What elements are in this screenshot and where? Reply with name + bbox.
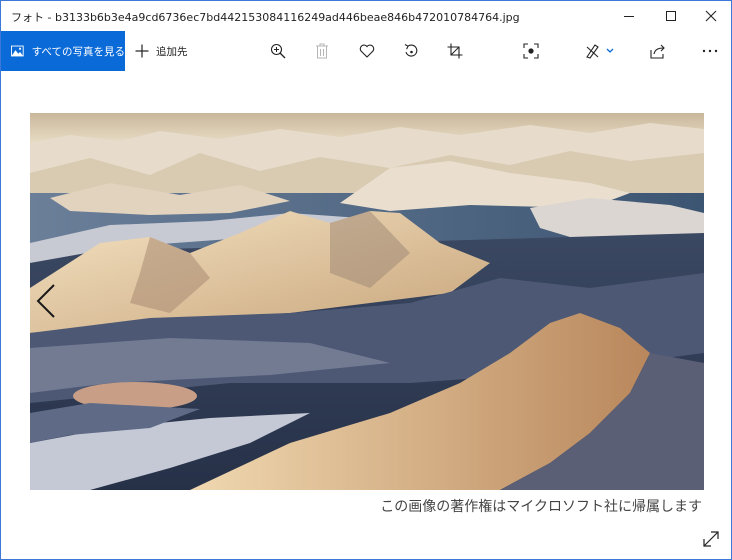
- heart-icon: [359, 44, 375, 58]
- rotate-button[interactable]: [394, 31, 428, 71]
- zoom-button[interactable]: [261, 31, 295, 71]
- see-all-photos-label: すべての写真を見る: [31, 45, 125, 58]
- edit-create-button[interactable]: [577, 31, 623, 71]
- expand-icon: [703, 531, 719, 547]
- see-all-photos-button[interactable]: すべての写真を見る: [1, 31, 125, 71]
- zoom-in-icon: [270, 43, 286, 59]
- add-to-button[interactable]: 追加先: [135, 31, 188, 71]
- minimize-button[interactable]: [607, 1, 651, 31]
- edit-draw-icon: [586, 44, 614, 59]
- crop-button[interactable]: [438, 31, 472, 71]
- delete-icon: [316, 43, 328, 59]
- toolbar: すべての写真を見る 追加先: [1, 31, 731, 71]
- more-icon: [702, 49, 718, 53]
- enhance-icon: [523, 43, 539, 59]
- minimize-icon: [624, 16, 634, 17]
- rotate-icon: [404, 44, 418, 57]
- photo-image: [30, 113, 704, 490]
- share-button[interactable]: [641, 31, 675, 71]
- more-button[interactable]: [693, 31, 727, 71]
- enhance-button[interactable]: [514, 31, 548, 71]
- photos-window: フォト - b3133b6b3e4a9cd6736ec7bd4421530841…: [0, 0, 732, 560]
- close-icon: [705, 10, 717, 22]
- photo-icon: [11, 45, 24, 57]
- favorite-button[interactable]: [350, 31, 384, 71]
- add-to-label: 追加先: [156, 45, 188, 58]
- previous-arrow-icon[interactable]: [34, 283, 58, 319]
- delete-button[interactable]: [305, 31, 339, 71]
- title-bar: フォト - b3133b6b3e4a9cd6736ec7bd4421530841…: [1, 1, 731, 31]
- window-title: フォト - b3133b6b3e4a9cd6736ec7bd4421530841…: [11, 11, 520, 24]
- crop-icon: [447, 43, 463, 59]
- share-icon: [650, 44, 665, 59]
- plus-icon: [135, 44, 149, 58]
- close-button[interactable]: [689, 1, 731, 31]
- full-screen-button[interactable]: [700, 528, 722, 550]
- photo-viewer[interactable]: [30, 113, 704, 490]
- maximize-button[interactable]: [649, 1, 693, 31]
- maximize-icon: [666, 11, 676, 21]
- copyright-notice: この画像の著作権はマイクロソフト社に帰属します: [380, 499, 702, 515]
